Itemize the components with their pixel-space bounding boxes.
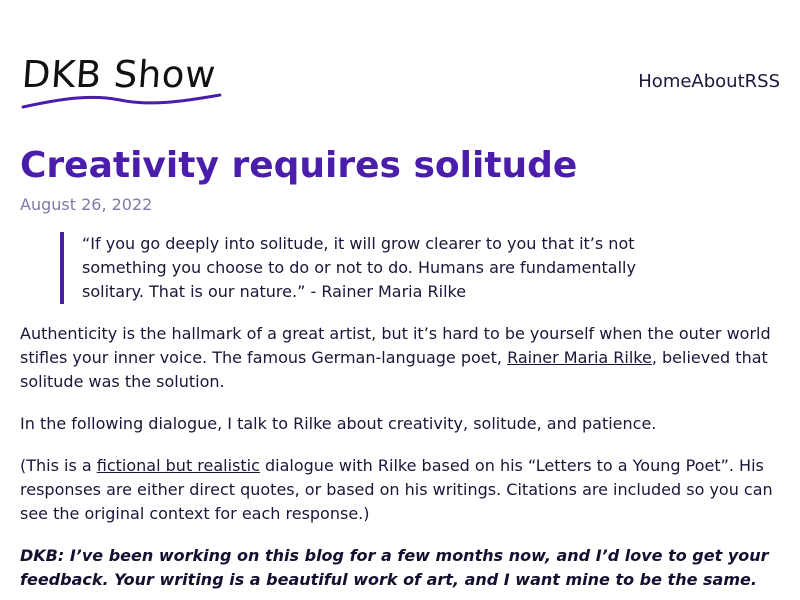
post-title: Creativity requires solitude xyxy=(20,145,578,186)
site-logo[interactable]: DKB Show xyxy=(20,53,222,112)
intro-paragraph: Authenticity is the hallmark of a great … xyxy=(20,322,782,394)
dialogue-intro-paragraph: In the following dialogue, I talk to Ril… xyxy=(20,414,657,433)
disclaimer-paragraph: (This is a fictional but realistic dialo… xyxy=(20,454,782,526)
main-nav: Home About RSS xyxy=(638,70,780,94)
page: DKB Show Home About RSS Creativity requi… xyxy=(20,0,780,589)
rilke-link[interactable]: Rainer Maria Rilke xyxy=(507,348,652,367)
disclaimer-text-before: (This is a xyxy=(20,456,97,475)
fictional-but-realistic-link[interactable]: fictional but realistic xyxy=(97,456,260,475)
rilke-quote: “If you go deeply into solitude, it will… xyxy=(60,232,702,304)
nav-rss-link[interactable]: RSS xyxy=(745,70,780,94)
dkb-dialogue-line: DKB: I’ve been working on this blog for … xyxy=(20,546,769,589)
nav-home-link[interactable]: Home xyxy=(638,70,691,94)
nav-about-link[interactable]: About xyxy=(691,70,744,94)
site-header: DKB Show Home About RSS xyxy=(20,0,780,130)
logo-underline-swoosh xyxy=(21,93,222,109)
post-date: August 26, 2022 xyxy=(20,195,153,214)
